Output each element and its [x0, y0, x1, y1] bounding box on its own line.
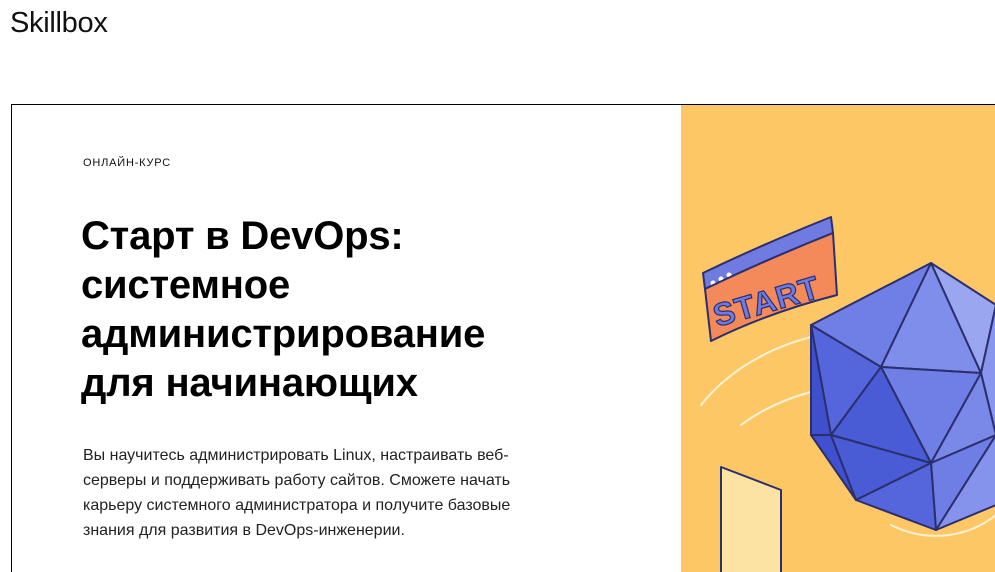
- page: Skillbox ОНЛАЙН-КУРС Старт в DevOps: сис…: [0, 0, 995, 572]
- illustration-svg: START: [700, 216, 995, 572]
- hero-illustration: START: [681, 105, 995, 572]
- course-description: Вы научитесь администрировать Linux, нас…: [83, 443, 603, 543]
- course-title-line: Старт в DevOps:: [81, 214, 404, 258]
- course-title-line: системное: [81, 263, 291, 307]
- course-title-line: для начинающих: [81, 361, 418, 405]
- skillbox-logo[interactable]: Skillbox: [10, 9, 108, 38]
- course-description-line: знания для развития в DevOps-инженерии.: [83, 522, 405, 539]
- course-description-line: серверы и поддерживать работу сайтов. См…: [83, 472, 511, 489]
- course-type-label: ОНЛАЙН-КУРС: [83, 157, 172, 169]
- course-title: Старт в DevOps: системное администрирова…: [81, 212, 621, 408]
- course-title-line: администрирование: [81, 312, 486, 356]
- paper-sheet: [720, 466, 782, 572]
- polyhedron: [810, 262, 995, 531]
- course-description-line: Вы научитесь администрировать Linux, нас…: [83, 447, 509, 464]
- course-hero-card: ОНЛАЙН-КУРС Старт в DevOps: системное ад…: [11, 104, 995, 572]
- course-description-line: карьеру системного администратора и полу…: [83, 497, 511, 514]
